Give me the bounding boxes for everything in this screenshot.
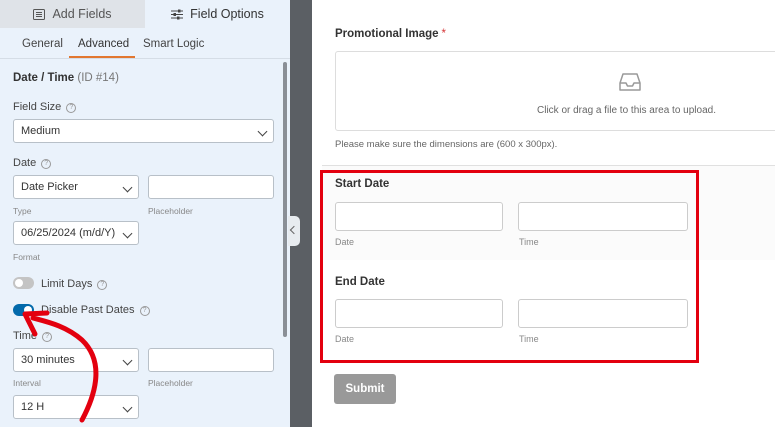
annotation-arrow-icon [22,310,99,423]
